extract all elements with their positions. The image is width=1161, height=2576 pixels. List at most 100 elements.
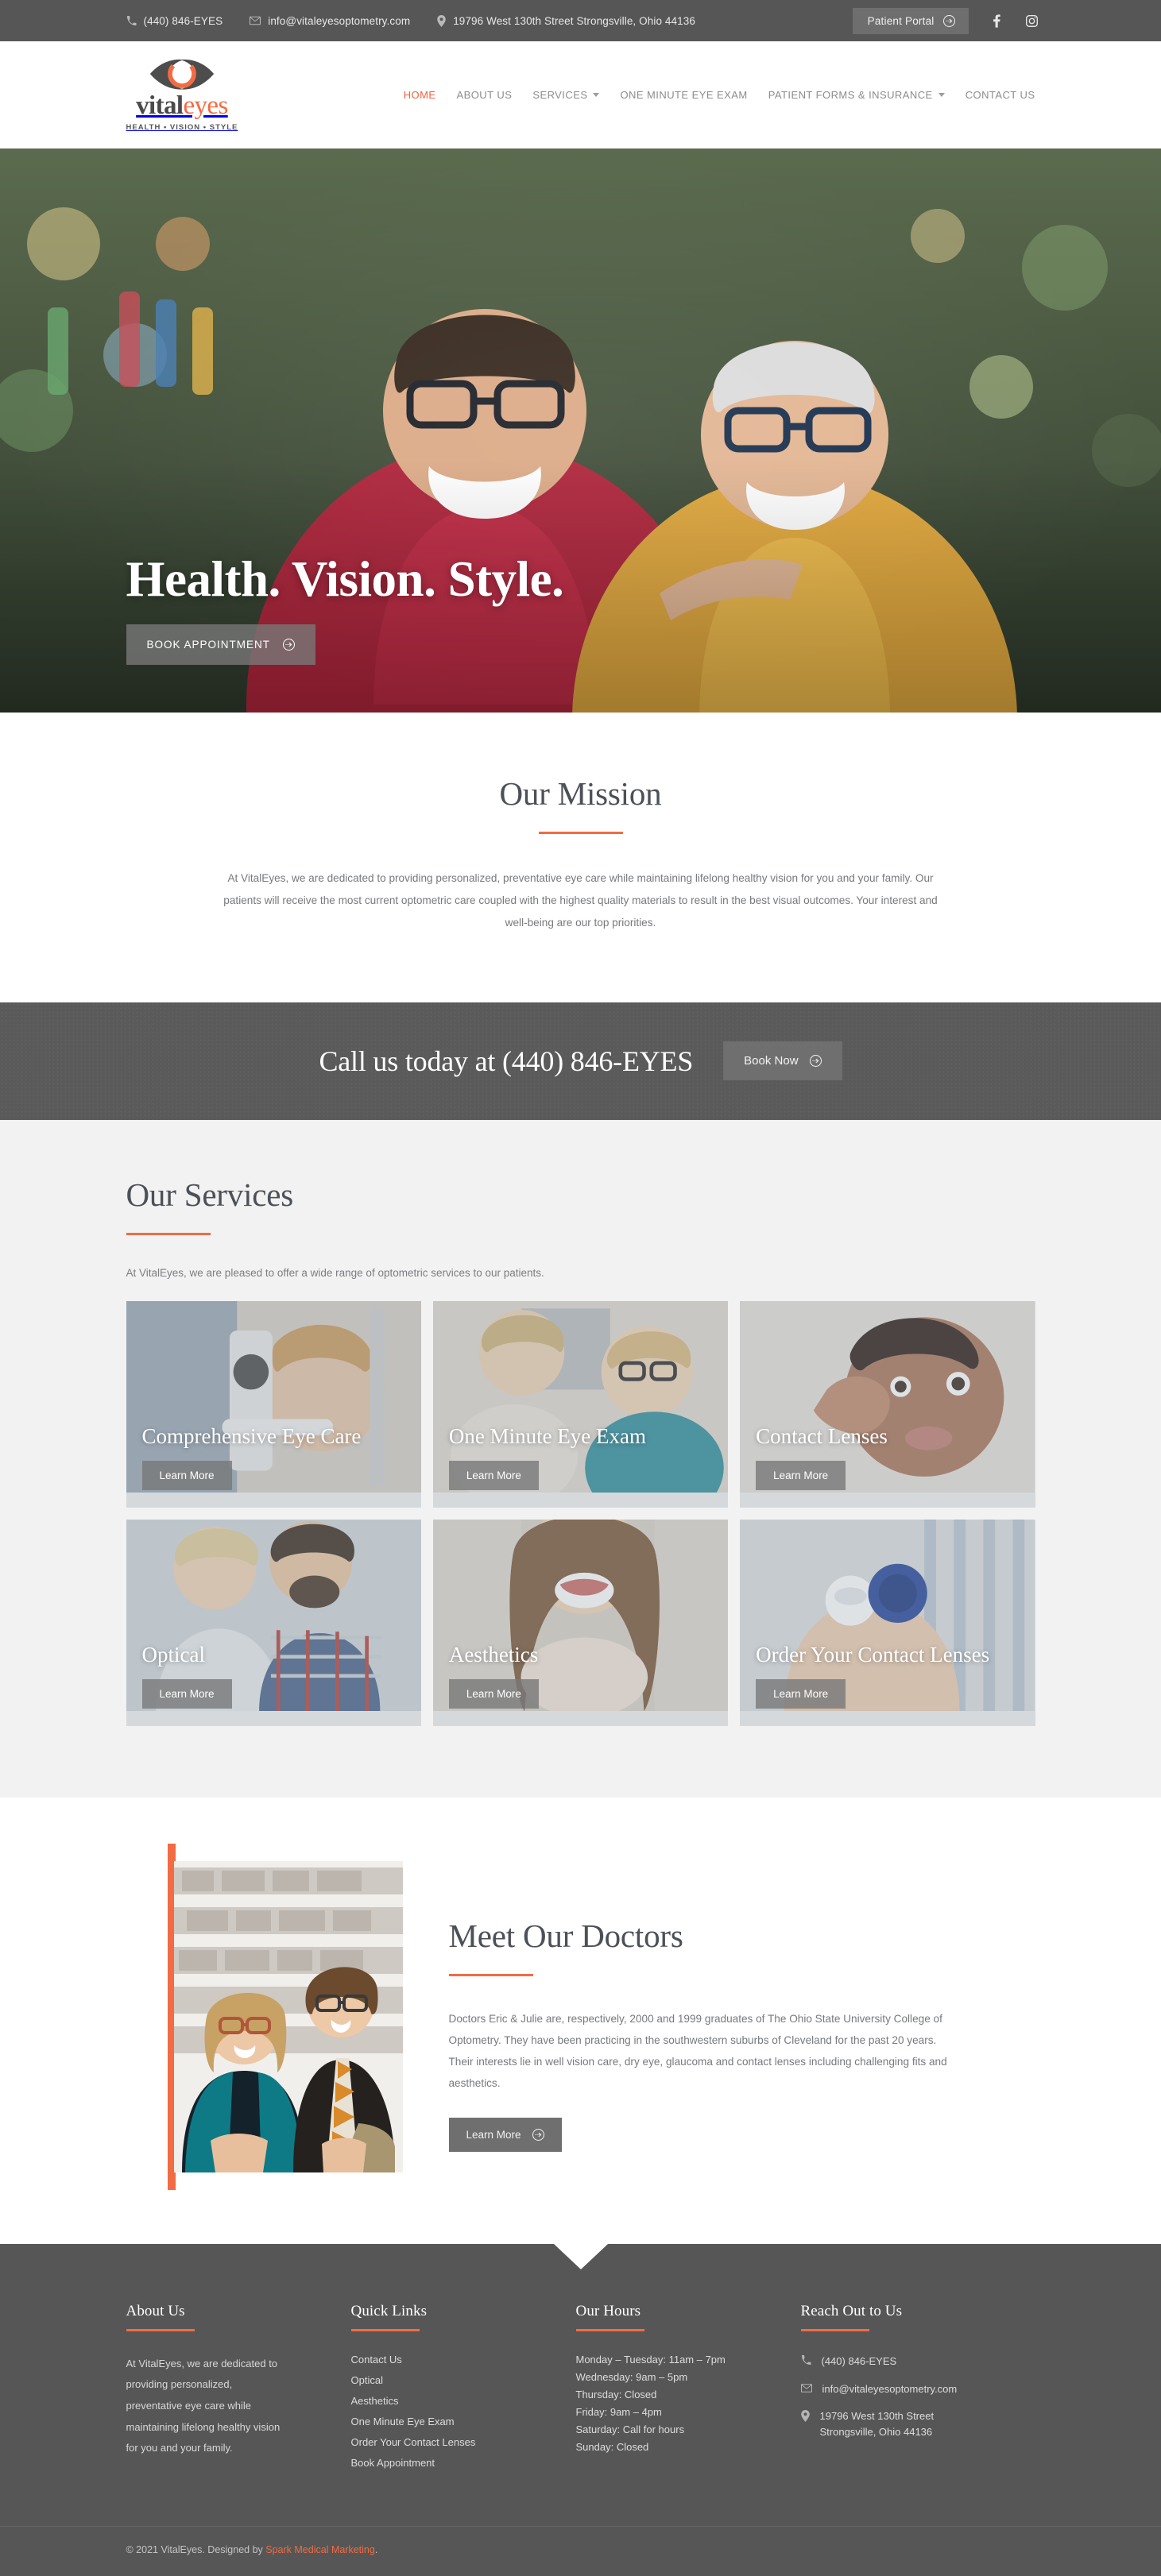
map-pin-icon	[800, 2408, 810, 2427]
copyright-suffix: .	[374, 2543, 378, 2555]
footer-link-label: Contact Us	[350, 2353, 402, 2366]
learn-more-button[interactable]: Learn More	[756, 1460, 846, 1490]
copyright-designer-link[interactable]: Spark Medical Marketing	[265, 2544, 375, 2555]
footer-hours-list: Monday – Tuesday: 11am – 7pm Wednesday: …	[576, 2354, 801, 2453]
copyright-bar: © 2021 VitalEyes. Designed by Spark Medi…	[0, 2525, 1161, 2576]
nav-label: HOME	[403, 88, 436, 101]
footer-contact-phone[interactable]: (440) 846-EYES	[801, 2354, 1035, 2370]
eye-logo-icon	[149, 59, 215, 90]
nav-item-home[interactable]: HOME	[404, 89, 436, 101]
service-card-aesthetics[interactable]: Aesthetics Learn More	[432, 1519, 729, 1726]
footer-hours-item: Sunday: Closed	[575, 2440, 649, 2453]
nav-item-contact-us[interactable]: CONTACT US	[966, 89, 1035, 101]
service-card-optical[interactable]: Optical Learn More	[126, 1519, 421, 1726]
logo-wordmark: vitaleyes	[136, 93, 228, 119]
nav-item-one-minute-eye-exam[interactable]: ONE MINUTE EYE EXAM	[620, 89, 747, 101]
services-title: Our Services	[126, 1176, 294, 1213]
patient-portal-button[interactable]: Patient Portal	[852, 7, 969, 34]
book-appointment-button[interactable]: BOOK APPOINTMENT	[126, 624, 316, 665]
footer-hours-item: Saturday: Call for hours	[575, 2423, 685, 2435]
phone-icon	[801, 2354, 811, 2370]
chevron-down-icon	[938, 92, 945, 97]
doctors-section: Meet Our Doctors Doctors Eric & Julie ar…	[0, 1797, 1161, 2244]
call-cta-text: Call us today at (440) 846-EYES	[319, 1045, 694, 1077]
logo-tagline: HEALTH • VISION • STYLE	[126, 123, 238, 132]
mission-title: Our Mission	[499, 775, 662, 812]
site-logo[interactable]: vitaleyes HEALTH • VISION • STYLE	[126, 57, 238, 132]
footer-hours-item: Friday: 9am – 4pm	[575, 2405, 662, 2418]
footer-contact-address[interactable]: 19796 West 130th Street Strongsville, Oh…	[800, 2408, 1035, 2440]
envelope-icon	[250, 15, 261, 26]
learn-more-label: Learn More	[773, 1687, 829, 1700]
hero-title: Health. Vision. Style.	[126, 550, 564, 607]
footer-quick-links-title: Quick Links	[350, 2302, 428, 2319]
learn-more-button[interactable]: Learn More	[756, 1678, 846, 1709]
book-now-button[interactable]: Book Now	[723, 1041, 842, 1081]
doctors-title: Meet Our Doctors	[448, 1917, 683, 1954]
nav-item-services[interactable]: SERVICES	[532, 88, 600, 101]
footer-contact-list: (440) 846-EYES info@vitaleyesoptometry.c…	[800, 2354, 1035, 2441]
page-root: (440) 846-EYES info@vitaleyesoptometry.c…	[0, 0, 1161, 2576]
accent-rule	[126, 1232, 211, 1235]
footer-link-aesthetics[interactable]: Aesthetics	[351, 2395, 576, 2407]
doctors-photo	[173, 1860, 403, 2172]
service-card-one-minute-eye-exam[interactable]: One Minute Eye Exam Learn More	[432, 1300, 729, 1508]
service-card-title: Order Your Contact Lenses	[756, 1642, 990, 1666]
footer-quick-links-list: Contact Us Optical Aesthetics One Minute…	[351, 2354, 576, 2469]
footer-contact-email[interactable]: info@vitaleyesoptometry.com	[800, 2381, 1035, 2397]
service-card-order-your-contact-lenses[interactable]: Order Your Contact Lenses Learn More	[740, 1519, 1035, 1726]
learn-more-button[interactable]: Learn More	[448, 1460, 539, 1490]
doctors-learn-more-button[interactable]: Learn More	[448, 2118, 562, 2153]
nav-label: SERVICES	[532, 88, 588, 101]
doctors-photo-frame	[167, 1843, 403, 2190]
footer-hours-item: Thursday: Closed	[575, 2388, 657, 2400]
learn-more-label: Learn More	[159, 1687, 215, 1700]
services-section: Our Services At VitalEyes, we are please…	[0, 1119, 1161, 1798]
doctors-learn-more-label: Learn More	[466, 2129, 521, 2142]
footer-hours-title: Our Hours	[575, 2302, 641, 2319]
accent-rule	[800, 2328, 869, 2331]
facebook-icon[interactable]	[980, 5, 1015, 37]
footer-phone-text: (440) 846-EYES	[821, 2354, 897, 2367]
footer-column-about: About Us At VitalEyes, we are dedicated …	[126, 2303, 351, 2469]
copyright-text: © 2021 VitalEyes. Designed by Spark Medi…	[112, 2527, 1050, 2576]
nav-label: CONTACT US	[965, 88, 1035, 101]
footer-link-label: One Minute Eye Exam	[350, 2415, 455, 2427]
footer-link-optical[interactable]: Optical	[351, 2374, 576, 2386]
learn-more-label: Learn More	[466, 1469, 521, 1481]
footer-link-label: Order Your Contact Lenses	[350, 2435, 476, 2448]
learn-more-button[interactable]: Learn More	[141, 1460, 232, 1490]
service-card-title: Comprehensive Eye Care	[141, 1423, 362, 1448]
mission-text: At VitalEyes, we are dedicated to provid…	[223, 872, 938, 929]
service-card-contact-lenses[interactable]: Contact Lenses Learn More	[740, 1300, 1035, 1508]
topbar-address[interactable]: 19796 West 130th Street Strongsville, Oh…	[437, 14, 695, 27]
arrow-right-circle-icon	[283, 639, 296, 651]
arrow-right-circle-icon	[942, 14, 955, 27]
topbar-email[interactable]: info@vitaleyesoptometry.com	[250, 15, 410, 27]
learn-more-button[interactable]: Learn More	[141, 1678, 232, 1709]
envelope-icon	[800, 2381, 812, 2397]
footer-address-line2: Strongsville, Ohio 44136	[819, 2426, 933, 2438]
footer-address-line1: 19796 West 130th Street	[819, 2409, 935, 2422]
footer-about-title: About Us	[126, 2302, 185, 2319]
nav-item-patient-forms-insurance[interactable]: PATIENT FORMS & INSURANCE	[768, 89, 945, 101]
top-utility-bar: (440) 846-EYES info@vitaleyesoptometry.c…	[0, 0, 1161, 41]
main-navigation: HOME ABOUT US SERVICES ONE MINUTE EYE EX…	[404, 89, 1035, 101]
arrow-right-circle-icon	[532, 2129, 544, 2142]
footer-link-one-minute-eye-exam[interactable]: One Minute Eye Exam	[351, 2416, 576, 2427]
footer-address-text: 19796 West 130th Street Strongsville, Oh…	[820, 2408, 935, 2440]
nav-label: ONE MINUTE EYE EXAM	[620, 88, 748, 101]
footer-link-book-appointment[interactable]: Book Appointment	[351, 2457, 576, 2469]
learn-more-button[interactable]: Learn More	[448, 1678, 539, 1709]
instagram-icon[interactable]	[1015, 5, 1050, 37]
topbar-phone[interactable]: (440) 846-EYES	[126, 15, 223, 27]
footer-link-contact-us[interactable]: Contact Us	[351, 2354, 576, 2366]
nav-label: PATIENT FORMS & INSURANCE	[768, 88, 933, 101]
mission-section: Our Mission At VitalEyes, we are dedicat…	[0, 713, 1161, 1002]
footer-link-order-your-contact-lenses[interactable]: Order Your Contact Lenses	[351, 2436, 576, 2448]
doctors-text: Doctors Eric & Julie are, respectively, …	[448, 2012, 947, 2090]
service-card-comprehensive-eye-care[interactable]: Comprehensive Eye Care Learn More	[126, 1300, 421, 1508]
learn-more-label: Learn More	[159, 1469, 215, 1481]
nav-item-about-us[interactable]: ABOUT US	[457, 89, 513, 101]
footer-column-reach-out: Reach Out to Us (440) 846-EYES info@vita…	[800, 2303, 1035, 2469]
